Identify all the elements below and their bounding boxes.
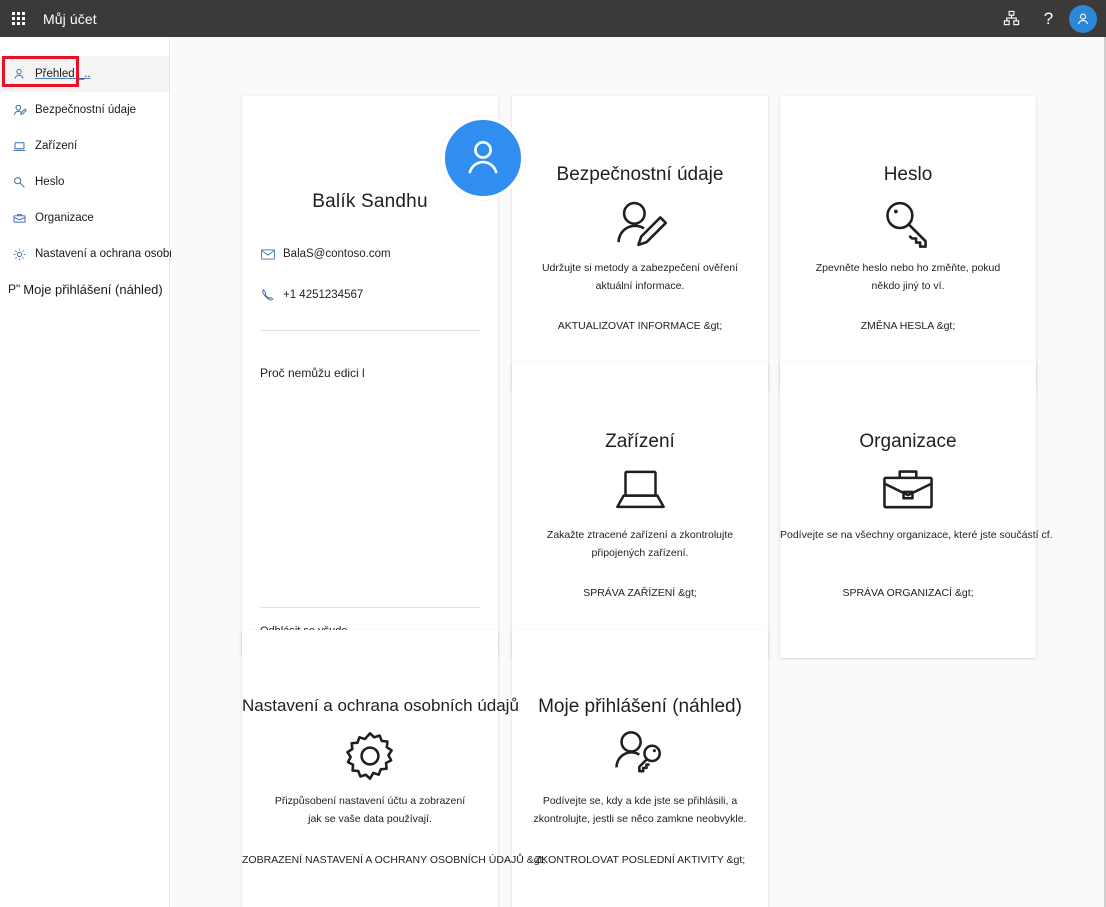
briefcase-icon [10, 209, 28, 227]
avatar[interactable] [1069, 4, 1097, 33]
gear-icon [10, 245, 28, 263]
card-description-line1: Zakažte ztracené zařízení a zkontrolujte [546, 529, 734, 541]
person-key-icon [512, 728, 768, 780]
card-description: Udržujte si metody a zabezpečení ověření… [512, 259, 768, 295]
card-my-signins[interactable]: Moje přihlášení (náhled) Podívejte se, k… [512, 630, 768, 907]
card-description-line1: Podívejte se na všechny organizace, kter… [780, 529, 1053, 541]
topbar-actions: ? [993, 0, 1106, 37]
card-action-link[interactable]: SPRÁVA ORGANIZACÍ &gt; [780, 587, 1036, 599]
sidebar-item-overview[interactable]: Přehled _.. [0, 56, 169, 92]
card-title: Bezpečnostní údaje [556, 164, 724, 185]
card-description-line2: zkontrolujte, jestli se něco zamkne neob… [533, 813, 747, 825]
card-privacy-settings[interactable]: Nastavení a ochrana osobních údajů Přizp… [242, 630, 545, 907]
sidebar-item-organizations[interactable]: Organizace [0, 200, 169, 236]
card-description-line2: aktuální informace. [595, 280, 685, 292]
top-app-bar: Můj účet ? [0, 0, 1106, 37]
broken-glyph-icon: P" [8, 282, 21, 296]
sidebar-item-label: Přehled _.. [35, 68, 91, 80]
divider [260, 607, 480, 608]
briefcase-icon [780, 466, 1036, 514]
app-title: Můj účet [43, 10, 97, 27]
card-action-link[interactable]: ZOBRAZENÍ NASTAVENÍ A OCHRANY OSOBNÍCH Ú… [242, 854, 545, 866]
card-description-line2: připojených zařízení. [591, 547, 689, 559]
card-description-line2: někdo jiný to ví. [871, 280, 945, 292]
envelope-icon [260, 247, 276, 261]
sidebar-item-label: Heslo [35, 176, 65, 188]
profile-avatar[interactable] [441, 116, 525, 200]
why-cannot-edit-link[interactable]: Proč nemůžu edici l [260, 366, 365, 380]
profile-phone: +1 4251234567 [283, 289, 364, 301]
card-description-line1: Udržujte si metody a zabezpečení ověření [541, 262, 739, 274]
card-devices[interactable]: Zařízení Zakažte ztracené zařízení a zko… [512, 363, 768, 658]
card-title: Heslo [883, 164, 933, 185]
sidebar-nav: Přehled _.. Bezpečnostní údaje Zařízení [0, 37, 222, 907]
card-title: Organizace [859, 431, 957, 452]
help-icon[interactable]: ? [1030, 0, 1067, 37]
profile-card: Balík Sandhu BalaS@contoso.com +1 425123… [242, 96, 525, 656]
card-action-link[interactable]: AKTUALIZOVAT INFORMACE &gt; [512, 320, 768, 332]
help-question-glyph: ? [1043, 9, 1054, 28]
sidebar-item-my-signins[interactable]: P" Moje přihlášení (náhled) [0, 272, 169, 306]
card-description: Zpevněte heslo nebo ho změňte, pokud něk… [780, 259, 1036, 295]
card-description-line2: jak se vaše data používají. [308, 813, 432, 825]
app-launcher-waffle-icon[interactable] [0, 0, 37, 37]
sidebar-item-label: Organizace [35, 212, 94, 224]
person-edit-icon [10, 101, 28, 119]
laptop-icon [512, 466, 768, 514]
card-password[interactable]: Heslo Zpevněte heslo nebo ho změňte, pok… [780, 96, 1036, 391]
card-description: Podívejte se, kdy a kde jste se přihlási… [512, 792, 768, 828]
sidebar-item-label: Zařízení [35, 140, 78, 152]
card-description-line1: Zpevněte heslo nebo ho změňte, pokud [815, 262, 1001, 274]
sidebar-item-label: Bezpečnostní údaje [35, 104, 137, 116]
card-description: Přizpůsobení nastavení účtu a zobrazení … [242, 792, 498, 828]
sidebar-item-devices[interactable]: Zařízení [0, 128, 169, 164]
card-description: Podívejte se na všechny organizace, kter… [780, 526, 1053, 544]
org-chart-icon[interactable] [993, 0, 1030, 37]
card-action-link[interactable]: SPRÁVA ZAŘÍZENÍ &gt; [512, 587, 768, 599]
card-action-link[interactable]: ZKONTROLOVAT POSLEDNÍ AKTIVITY &gt; [512, 854, 768, 866]
laptop-icon [10, 137, 28, 155]
key-icon [10, 173, 28, 191]
card-organizations[interactable]: Organizace Podívejte se na všechny organ… [780, 363, 1053, 658]
sidebar-item-privacy[interactable]: Nastavení a ochrana osobních údajů [0, 236, 222, 272]
profile-email: BalaS@contoso.com [283, 248, 391, 260]
person-edit-icon [512, 199, 768, 251]
card-title: Nastavení a ochrana osobních údajů [242, 696, 519, 715]
card-description: Zakažte ztracené zařízení a zkontrolujte… [512, 526, 768, 562]
phone-icon [260, 288, 276, 302]
person-icon [10, 65, 28, 83]
divider [260, 330, 480, 331]
sidebar-item-overview-wrapper: Přehled _.. [0, 56, 169, 92]
key-icon [780, 199, 1036, 251]
main-content: Balík Sandhu BalaS@contoso.com +1 425123… [171, 37, 1105, 907]
card-title: Zařízení [605, 431, 675, 452]
sidebar-item-password[interactable]: Heslo [0, 164, 169, 200]
sidebar-item-security-info[interactable]: Bezpečnostní údaje [0, 92, 169, 128]
gear-icon [242, 728, 498, 784]
profile-phone-row: +1 4251234567 [260, 288, 363, 302]
card-security-info[interactable]: Bezpečnostní údaje Udržujte si metody a … [512, 96, 768, 391]
profile-name: Balík Sandhu [312, 191, 428, 212]
card-description-line1: Podívejte se, kdy a kde jste se přihlási… [542, 795, 738, 807]
card-title: Moje přihlášení (náhled) [538, 696, 742, 717]
card-action-link[interactable]: ZMĚNA HESLA &gt; [780, 320, 1036, 332]
sidebar-item-label: Moje přihlášení (náhled) [23, 281, 163, 297]
card-description-line1: Přizpůsobení nastavení účtu a zobrazení [274, 795, 466, 807]
profile-email-row: BalaS@contoso.com [260, 247, 391, 261]
